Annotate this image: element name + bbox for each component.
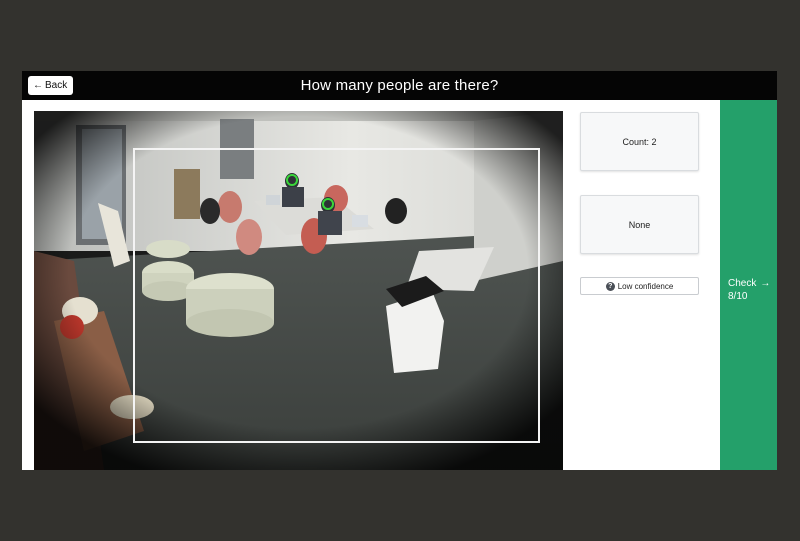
- back-button[interactable]: ← Back: [28, 76, 74, 95]
- back-label: Back: [45, 80, 68, 91]
- top-bar: How many people are there? ← Back: [22, 71, 777, 100]
- arrow-right-icon: →: [760, 278, 771, 289]
- question-circle-icon: ?: [605, 281, 615, 291]
- selection-box[interactable]: [133, 148, 540, 443]
- check-label: Check: [728, 278, 757, 289]
- check-label-row: Check →: [728, 278, 770, 289]
- camera-image: [34, 111, 563, 470]
- low-confidence-label: Low confidence: [617, 281, 674, 291]
- count-option-label: Count: 2: [622, 136, 657, 147]
- low-confidence-button[interactable]: ? Low confidence: [580, 277, 699, 295]
- arrow-left-icon: ←: [33, 79, 43, 91]
- page-title: How many people are there?: [300, 77, 499, 94]
- none-option-label: None: [628, 219, 651, 230]
- app-window: How many people are there? ← Back Count:…: [22, 71, 777, 470]
- check-button[interactable]: Check → 8/10: [720, 100, 777, 470]
- check-progress: 8/10: [728, 291, 748, 302]
- none-option-button[interactable]: None: [580, 195, 699, 254]
- count-option-button[interactable]: Count: 2: [580, 112, 699, 171]
